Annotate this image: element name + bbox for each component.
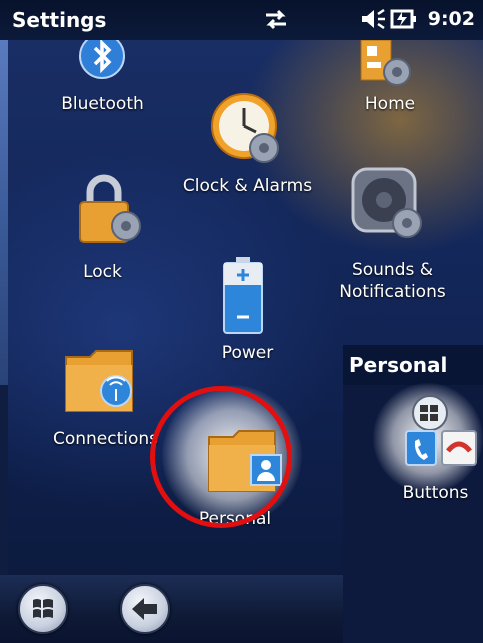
back-arrow-icon — [132, 598, 157, 620]
connections-folder-icon — [65, 350, 133, 412]
settings-item-sounds-notifications[interactable]: Sounds & Notifications — [335, 165, 450, 305]
status-bar: Settings 9:02 — [0, 0, 483, 40]
settings-item-label-line1: Sounds & — [351, 260, 434, 280]
settings-item-label: Lock — [83, 262, 122, 282]
windows-start-icon — [33, 599, 53, 618]
clock-icon — [211, 93, 279, 163]
settings-item-label: Connections — [52, 429, 159, 449]
settings-item-connections[interactable]: Connections — [48, 345, 163, 455]
panel-item-buttons[interactable]: Buttons — [388, 393, 483, 503]
settings-item-label: Sounds & Notifications — [335, 259, 450, 303]
bottom-taskbar — [0, 575, 343, 643]
back-button[interactable] — [120, 584, 170, 634]
clock-time: 9:02 — [427, 8, 475, 30]
bluetooth-icon — [79, 40, 125, 79]
sync-arrows-icon[interactable] — [262, 6, 290, 39]
settings-item-clock-alarms[interactable]: Clock & Alarms — [180, 90, 315, 205]
personal-panel: Personal Buttons — [343, 345, 483, 643]
settings-item-label: Home — [364, 94, 416, 114]
settings-item-bluetooth[interactable]: Bluetooth — [55, 40, 150, 120]
settings-item-label-line2: Notifications — [339, 282, 446, 302]
settings-item-label: Bluetooth — [61, 94, 144, 114]
battery-charging-icon[interactable] — [390, 6, 418, 39]
screen: Settings 9:02 Bluetooth Home Clock & Ala… — [0, 0, 483, 643]
speaker-icon — [351, 167, 422, 238]
settings-item-label: Power — [221, 343, 274, 363]
battery-icon — [223, 257, 263, 334]
windows-start-button[interactable] — [18, 584, 68, 634]
settings-item-power[interactable]: Power — [200, 255, 295, 370]
panel-item-label: Buttons — [402, 483, 469, 503]
personal-panel-title: Personal — [349, 353, 448, 377]
buttons-icon — [405, 395, 477, 466]
settings-item-lock[interactable]: Lock — [60, 170, 150, 285]
volume-icon[interactable] — [358, 6, 386, 39]
settings-item-label: Clock & Alarms — [182, 176, 313, 196]
highlight-circle — [150, 386, 292, 528]
page-title: Settings — [12, 8, 107, 32]
settings-item-home[interactable]: Home — [345, 40, 435, 120]
background-window-edge — [0, 40, 8, 385]
home-icon — [360, 40, 411, 86]
lock-icon — [79, 174, 141, 243]
